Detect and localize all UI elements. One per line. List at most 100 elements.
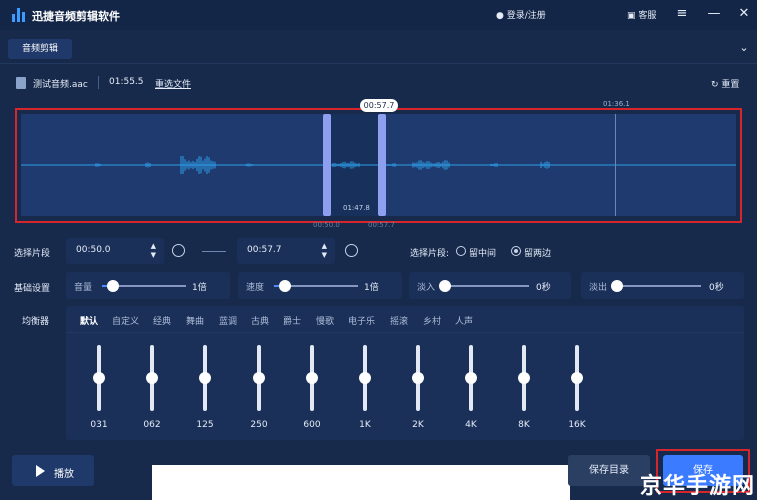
eq-band-knob[interactable] <box>412 372 424 384</box>
speed-panel: 速度 1倍 <box>238 272 402 299</box>
eq-band-knob[interactable] <box>359 372 371 384</box>
eq-preset-item[interactable]: 慢歌 <box>316 314 334 327</box>
play-button[interactable]: 播放 <box>12 455 94 486</box>
app-title: 迅捷音频剪辑软件 <box>32 10 120 23</box>
eq-preset-item[interactable]: 乡村 <box>423 314 441 327</box>
volume-panel: 音量 1倍 <box>66 272 230 299</box>
fade-out-track[interactable] <box>617 285 701 287</box>
radio-keep-middle[interactable] <box>456 246 466 256</box>
eq-band-frequency: 4K <box>465 420 477 430</box>
watermark: 京华手游网 <box>640 474 756 499</box>
chevron-down-icon[interactable]: ⌄ <box>736 40 752 56</box>
eq-band-knob[interactable] <box>571 372 583 384</box>
fade-in-slider-knob[interactable] <box>439 280 451 292</box>
radio-keep-both[interactable] <box>511 246 521 256</box>
fade-out-value: 0秒 <box>709 283 724 293</box>
option-keep-both[interactable]: 留两边 <box>524 246 551 259</box>
eq-band-knob[interactable] <box>199 372 211 384</box>
playhead-line[interactable] <box>615 114 616 216</box>
eq-band-knob[interactable] <box>306 372 318 384</box>
eq-band-knob[interactable] <box>93 372 105 384</box>
selection-end-handle[interactable] <box>378 114 386 216</box>
file-name: 测试音频.aac <box>33 80 88 90</box>
segment-label: 选择片段 <box>14 249 51 259</box>
app-logo-icon <box>12 8 26 22</box>
start-mark: 00:50.0 <box>313 221 340 229</box>
volume-slider-knob[interactable] <box>106 280 119 292</box>
fade-in-value: 0秒 <box>536 283 551 293</box>
eq-preset-item[interactable]: 爵士 <box>283 314 301 327</box>
eq-band-knob[interactable] <box>253 372 265 384</box>
service-label: 客服 <box>638 11 657 21</box>
divider <box>66 332 744 333</box>
eq-band-knob[interactable] <box>465 372 477 384</box>
user-icon: ● <box>496 11 504 21</box>
end-time-value: 00:57.7 <box>247 245 282 255</box>
eq-preset-item[interactable]: 电子乐 <box>348 314 375 327</box>
close-icon[interactable]: ✕ <box>736 6 752 22</box>
equalizer-label: 均衡器 <box>22 317 50 327</box>
decrement-icon[interactable]: ▼ <box>151 252 156 259</box>
fade-out-slider-knob[interactable] <box>611 280 623 292</box>
start-time-stepper[interactable]: 00:50.0 ▲ ▼ <box>66 238 164 264</box>
eq-band-frequency: 2K <box>412 420 424 430</box>
play-icon <box>36 465 45 477</box>
decrement-icon[interactable]: ▼ <box>322 252 327 259</box>
fade-out-panel: 淡出 0秒 <box>581 272 744 299</box>
reset-label: 重置 <box>721 80 740 90</box>
eq-preset-item[interactable]: 古典 <box>251 314 269 327</box>
service-button[interactable]: ▣ 客服 <box>627 8 656 21</box>
start-time-value: 00:50.0 <box>76 245 111 255</box>
eq-band-frequency: 250 <box>250 420 268 430</box>
clock-icon[interactable] <box>172 244 185 257</box>
eq-band-frequency: 16K <box>568 420 586 430</box>
reselect-file-link[interactable]: 重选文件 <box>155 77 191 90</box>
file-icon <box>16 77 26 89</box>
login-link[interactable]: ● 登录/注册 <box>496 8 546 21</box>
speed-slider-knob[interactable] <box>278 280 291 292</box>
refresh-icon: ↻ <box>711 80 719 90</box>
eq-band-frequency: 031 <box>90 420 108 430</box>
eq-preset-item[interactable]: 默认 <box>80 314 98 327</box>
minimize-icon[interactable]: — <box>706 6 722 22</box>
volume-label: 音量 <box>74 283 93 293</box>
option-keep-middle[interactable]: 留中间 <box>469 246 496 259</box>
selection-start-handle[interactable] <box>323 114 331 216</box>
eq-preset-item[interactable]: 摇滚 <box>390 314 408 327</box>
fade-in-track[interactable] <box>445 285 529 287</box>
eq-band-knob[interactable] <box>518 372 530 384</box>
eq-band-frequency: 1K <box>359 420 371 430</box>
cursor-time-bubble: 00:57.7 <box>360 99 398 112</box>
login-label: 登录/注册 <box>506 11 546 21</box>
volume-value: 1倍 <box>192 283 207 293</box>
basic-settings-label: 基础设置 <box>14 284 51 294</box>
increment-icon[interactable]: ▲ <box>151 243 156 250</box>
range-dash <box>202 251 226 252</box>
speed-label: 速度 <box>246 283 265 293</box>
fade-in-panel: 淡入 0秒 <box>409 272 571 299</box>
chat-icon: ▣ <box>627 11 636 21</box>
divider <box>0 63 757 64</box>
segment-mode-label: 选择片段: <box>410 249 450 259</box>
eq-band-frequency: 125 <box>196 420 214 430</box>
reset-button[interactable]: ↻ 重置 <box>711 77 739 90</box>
eq-preset-item[interactable]: 舞曲 <box>186 314 204 327</box>
play-label: 播放 <box>54 469 74 480</box>
tab-audio-edit[interactable]: 音频剪辑 <box>8 39 72 59</box>
selection-length: 01:47.8 <box>343 204 370 212</box>
increment-icon[interactable]: ▲ <box>322 243 327 250</box>
file-duration: 01:55.5 <box>109 77 144 87</box>
clock-icon[interactable] <box>345 244 358 257</box>
eq-band-frequency: 8K <box>518 420 530 430</box>
save-directory-button[interactable]: 保存目录 <box>568 455 650 486</box>
eq-band-frequency: 062 <box>143 420 161 430</box>
eq-preset-item[interactable]: 自定义 <box>112 314 139 327</box>
menu-icon[interactable]: ≡ <box>674 6 690 22</box>
end-time-stepper[interactable]: 00:57.7 ▲ ▼ <box>237 238 335 264</box>
eq-band-knob[interactable] <box>146 372 158 384</box>
end-mark: 00:57.7 <box>368 221 395 229</box>
eq-preset-item[interactable]: 经典 <box>153 314 171 327</box>
eq-preset-item[interactable]: 蓝调 <box>219 314 237 327</box>
speed-value: 1倍 <box>364 283 379 293</box>
eq-preset-item[interactable]: 人声 <box>455 314 473 327</box>
